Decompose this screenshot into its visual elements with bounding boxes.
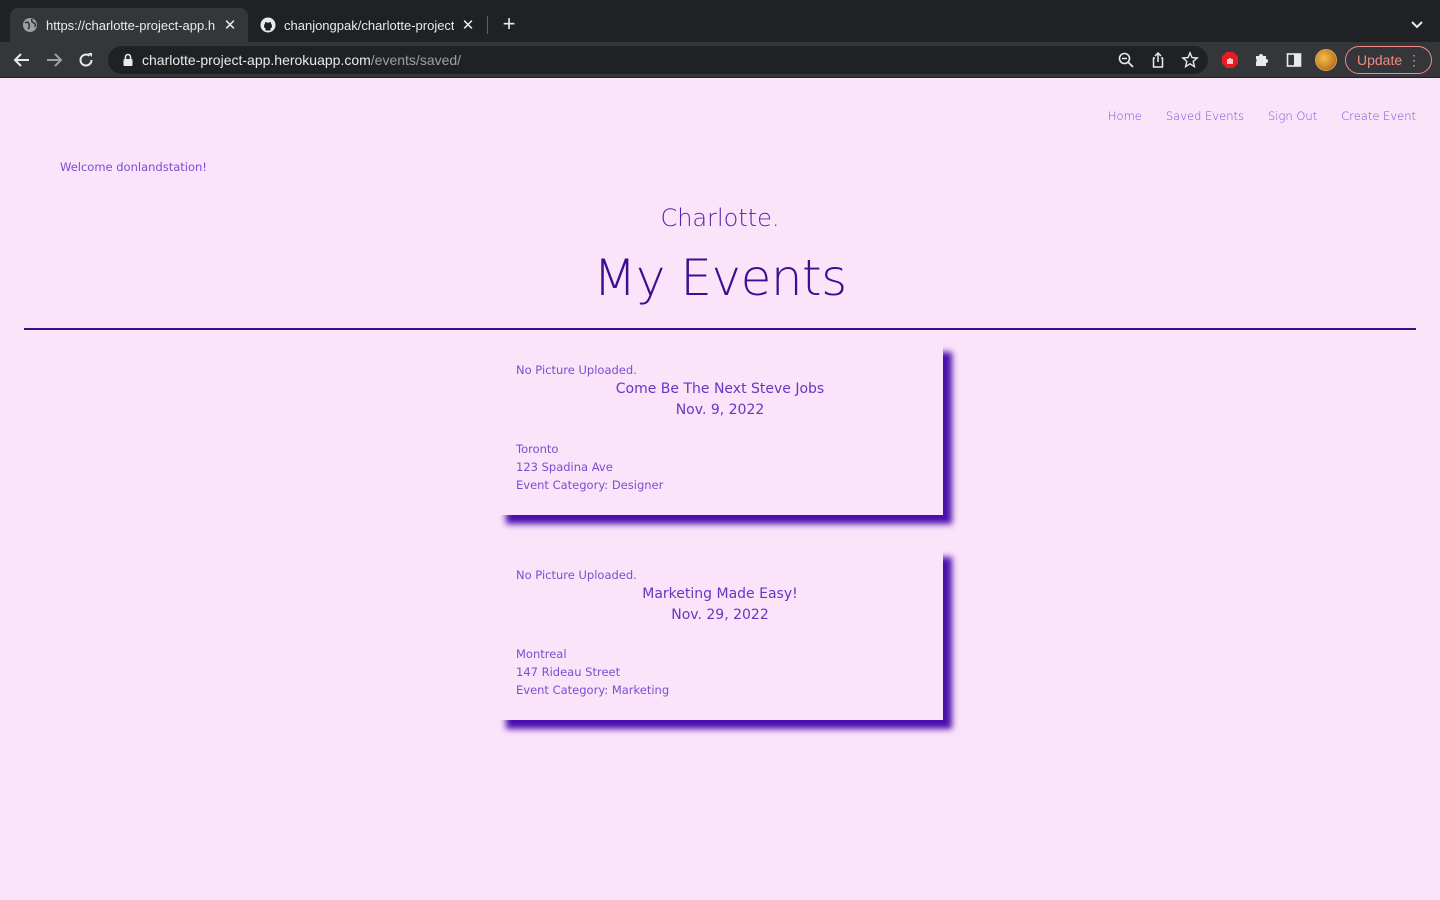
event-city: Toronto: [516, 442, 559, 456]
back-arrow-icon[interactable]: [10, 48, 34, 72]
brand-title: Charlotte.: [660, 204, 780, 232]
side-panel-icon[interactable]: [1285, 51, 1303, 69]
event-address: 123 Spadina Ave: [516, 460, 613, 474]
extension-stop-icon[interactable]: [1221, 51, 1239, 69]
event-picture-placeholder: No Picture Uploaded.: [516, 568, 637, 582]
address-bar[interactable]: charlotte-project-app.herokuapp.com/even…: [108, 46, 1208, 74]
zoom-icon[interactable]: [1117, 51, 1135, 69]
nav-link-saved-events[interactable]: Saved Events: [1166, 109, 1244, 123]
bookmark-star-icon[interactable]: [1181, 50, 1199, 69]
nav-link-create-event[interactable]: Create Event: [1341, 109, 1416, 123]
new-tab-button[interactable]: +: [498, 12, 520, 36]
browser-toolbar: charlotte-project-app.herokuapp.com/even…: [0, 42, 1440, 78]
event-title: Marketing Made Easy!: [642, 586, 798, 602]
reload-icon[interactable]: [74, 48, 98, 72]
url-path: /events/saved/: [370, 52, 462, 68]
tab-strip: https://charlotte-project-app.h ✕ chanjo…: [0, 0, 1440, 42]
site-nav: Home Saved Events Sign Out Create Event: [1108, 109, 1416, 123]
event-date: Nov. 9, 2022: [675, 402, 765, 418]
url-text[interactable]: charlotte-project-app.herokuapp.com/even…: [142, 52, 461, 68]
tab-charlotte-app[interactable]: https://charlotte-project-app.h ✕: [10, 8, 248, 42]
update-button[interactable]: Update ⋮: [1345, 46, 1432, 74]
event-info: Toronto 123 Spadina Ave Event Category: …: [516, 440, 924, 494]
github-icon: [260, 17, 276, 33]
event-info: Montreal 147 Rideau Street Event Categor…: [516, 645, 924, 699]
divider: [24, 328, 1416, 330]
event-title: Come Be The Next Steve Jobs: [615, 381, 825, 397]
tab-title: https://charlotte-project-app.h: [46, 17, 216, 33]
event-category: Event Category: Designer: [516, 478, 664, 492]
globe-icon: [22, 17, 38, 33]
update-label: Update: [1357, 52, 1403, 68]
event-picture-placeholder: No Picture Uploaded.: [516, 363, 637, 377]
close-tab-icon[interactable]: ✕: [460, 16, 476, 34]
welcome-message: Welcome donlandstation!: [60, 160, 207, 174]
event-card[interactable]: No Picture Uploaded. Come Be The Next St…: [497, 343, 943, 515]
nav-link-home[interactable]: Home: [1108, 109, 1142, 123]
more-vertical-icon[interactable]: ⋮: [1407, 52, 1421, 68]
event-city: Montreal: [516, 647, 567, 661]
page-content: Home Saved Events Sign Out Create Event …: [0, 79, 1440, 900]
event-date: Nov. 29, 2022: [671, 607, 769, 623]
extensions-puzzle-icon[interactable]: [1253, 51, 1271, 69]
close-tab-icon[interactable]: ✕: [222, 16, 238, 34]
tab-title: chanjongpak/charlotte-project: [284, 17, 454, 33]
event-category: Event Category: Marketing: [516, 683, 670, 697]
chevron-down-icon[interactable]: [1406, 14, 1428, 36]
event-address: 147 Rideau Street: [516, 665, 621, 679]
lock-icon[interactable]: [120, 52, 136, 68]
share-icon[interactable]: [1149, 51, 1167, 69]
page-title: My Events: [593, 249, 847, 307]
profile-avatar[interactable]: [1315, 49, 1337, 71]
nav-link-sign-out[interactable]: Sign Out: [1268, 109, 1317, 123]
forward-arrow-icon[interactable]: [42, 48, 66, 72]
url-host: charlotte-project-app.herokuapp.com: [142, 52, 371, 68]
tab-separator: [487, 16, 488, 34]
tab-github[interactable]: chanjongpak/charlotte-project ✕: [248, 8, 486, 42]
event-card[interactable]: No Picture Uploaded. Marketing Made Easy…: [497, 548, 943, 720]
